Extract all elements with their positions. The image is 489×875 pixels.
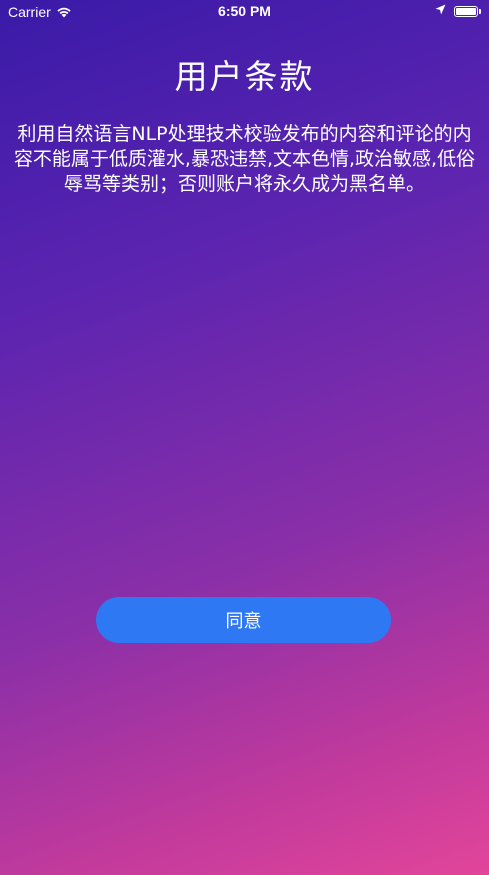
- status-time: 6:50 PM: [218, 3, 271, 19]
- location-arrow-icon: [435, 4, 446, 19]
- status-right-icons: [435, 4, 481, 19]
- terms-text: 利用自然语言NLP处理技术校验发布的内容和评论的内容不能属于低质灌水,暴恐违禁,…: [13, 123, 476, 195]
- page-title: 用户条款: [174, 57, 315, 96]
- battery-icon: [454, 6, 481, 17]
- status-bar: Carrier 6:50 PM: [0, 0, 489, 26]
- agree-button[interactable]: 同意: [96, 597, 391, 643]
- terms-screen: Carrier 6:50 PM 用户条款 利用自然语言NLP处理技术校验发布的内…: [0, 0, 489, 875]
